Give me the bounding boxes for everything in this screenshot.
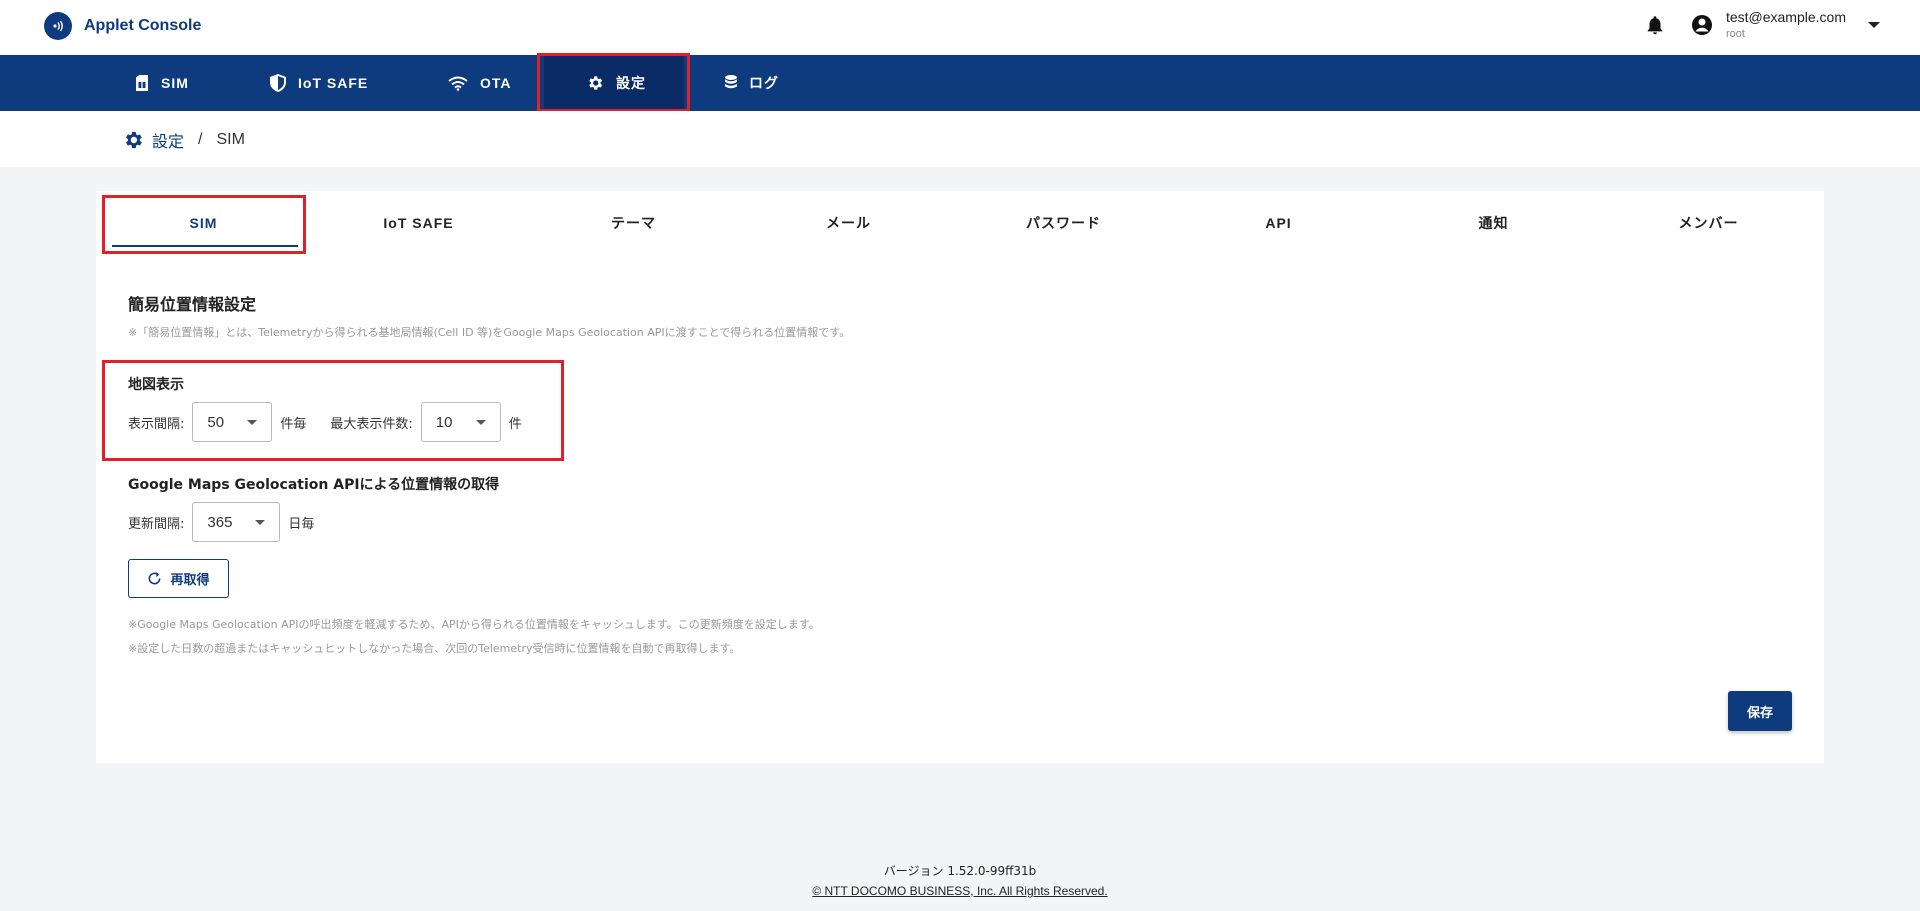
map-display-row: 表示間隔: 50 件毎 最大表示件数: 10 件 [128, 402, 522, 442]
refetch-label: 再取得 [170, 573, 210, 588]
breadcrumb-settings-link[interactable]: 設定 [152, 128, 184, 152]
nav-item-label: ログ [749, 75, 779, 91]
max-display-label: 最大表示件数: [330, 416, 413, 432]
shield-icon [270, 74, 286, 92]
nav-item-label: OTA [480, 75, 512, 91]
update-interval-row: 更新間隔: 365 日毎 [128, 502, 314, 542]
section-note: ※「簡易位置情報」とは、Telemetryから得られる基地局情報(Cell ID… [128, 326, 851, 339]
geolocation-note-1: ※Google Maps Geolocation APIの呼出頻度を軽減するため… [128, 618, 820, 631]
gear-icon [126, 131, 142, 149]
dropdown-arrow-icon [247, 419, 258, 425]
nav-item-label: SIM [161, 75, 189, 91]
database-icon [725, 75, 737, 89]
header-right: test@example.com root [1644, 9, 1880, 40]
footer-version: バージョン 1.52.0-99ff31b [883, 864, 1037, 878]
nav-item-sim[interactable]: SIM [135, 55, 189, 111]
max-display-unit: 件 [508, 416, 522, 432]
nav-item-iot-safe[interactable]: IoT SAFE [270, 55, 368, 111]
geolocation-note-2: ※設定した日数の超過またはキャッシュヒットしなかった場合、次回のTelemetr… [128, 642, 741, 655]
geolocation-title: Google Maps Geolocation APIによる位置情報の取得 [128, 477, 500, 493]
top-header: Applet Console test@example.com root [0, 0, 1920, 55]
tab-password[interactable]: パスワード [956, 191, 1171, 255]
max-display-select[interactable]: 10 [420, 402, 501, 442]
bell-icon[interactable] [1644, 14, 1666, 36]
brand[interactable]: Applet Console [44, 12, 201, 40]
breadcrumb-current: SIM [216, 131, 245, 148]
save-button[interactable]: 保存 [1728, 691, 1792, 731]
tab-mail[interactable]: メール [741, 191, 956, 255]
settings-tabs: SIM IoT SAFE テーマ メール パスワード API 通知 メンバー [96, 191, 1824, 255]
wifi-icon [448, 76, 468, 91]
dropdown-arrow-icon [475, 419, 486, 425]
breadcrumb-bar: 設定 / SIM [0, 111, 1920, 167]
section-title: 簡易位置情報設定 [128, 295, 257, 314]
settings-card: SIM IoT SAFE テーマ メール パスワード API 通知 メンバー 簡… [96, 191, 1824, 763]
nav-item-log[interactable]: ログ [725, 55, 779, 111]
chevron-down-icon[interactable] [1868, 21, 1880, 28]
footer-copyright-link[interactable]: © NTT DOCOMO BUSINESS, Inc. All Rights R… [0, 884, 1920, 898]
main-nav: SIM IoT SAFE OTA 設定 ログ [0, 55, 1920, 111]
tab-theme[interactable]: テーマ [526, 191, 741, 255]
interval-label: 表示間隔: [128, 416, 185, 432]
update-interval-label: 更新間隔: [128, 516, 185, 532]
tab-iot-safe[interactable]: IoT SAFE [311, 191, 526, 255]
update-interval-value: 365 [207, 513, 233, 531]
user-menu[interactable]: test@example.com root [1726, 9, 1846, 40]
nav-item-settings[interactable]: 設定 [544, 55, 684, 111]
interval-select[interactable]: 50 [192, 402, 273, 442]
breadcrumb-separator: / [198, 131, 203, 148]
dropdown-arrow-icon [255, 519, 266, 525]
interval-unit: 件毎 [280, 416, 307, 432]
update-interval-unit: 日毎 [288, 516, 315, 532]
interval-value: 50 [207, 413, 225, 431]
nav-item-label: IoT SAFE [298, 75, 369, 91]
nav-item-ota[interactable]: OTA [448, 55, 512, 111]
refresh-icon [149, 572, 161, 585]
breadcrumb: 設定 / SIM [122, 128, 245, 152]
max-display-value: 10 [435, 413, 453, 431]
tab-active-indicator [112, 245, 298, 247]
nav-item-label: 設定 [616, 75, 646, 91]
user-email: test@example.com [1725, 9, 1846, 25]
app-title: Applet Console [84, 17, 202, 34]
map-display-title: 地図表示 [128, 377, 184, 393]
tab-api[interactable]: API [1171, 191, 1386, 255]
sim-card-icon [136, 75, 148, 91]
tab-members[interactable]: メンバー [1601, 191, 1816, 255]
gear-icon [589, 76, 603, 90]
brand-logo-icon [44, 12, 72, 40]
user-avatar-icon[interactable] [1690, 13, 1714, 37]
refetch-button[interactable]: 再取得 [128, 559, 229, 598]
user-role: root [1725, 28, 1745, 40]
update-interval-select[interactable]: 365 [192, 502, 281, 542]
tab-notification[interactable]: 通知 [1386, 191, 1601, 255]
